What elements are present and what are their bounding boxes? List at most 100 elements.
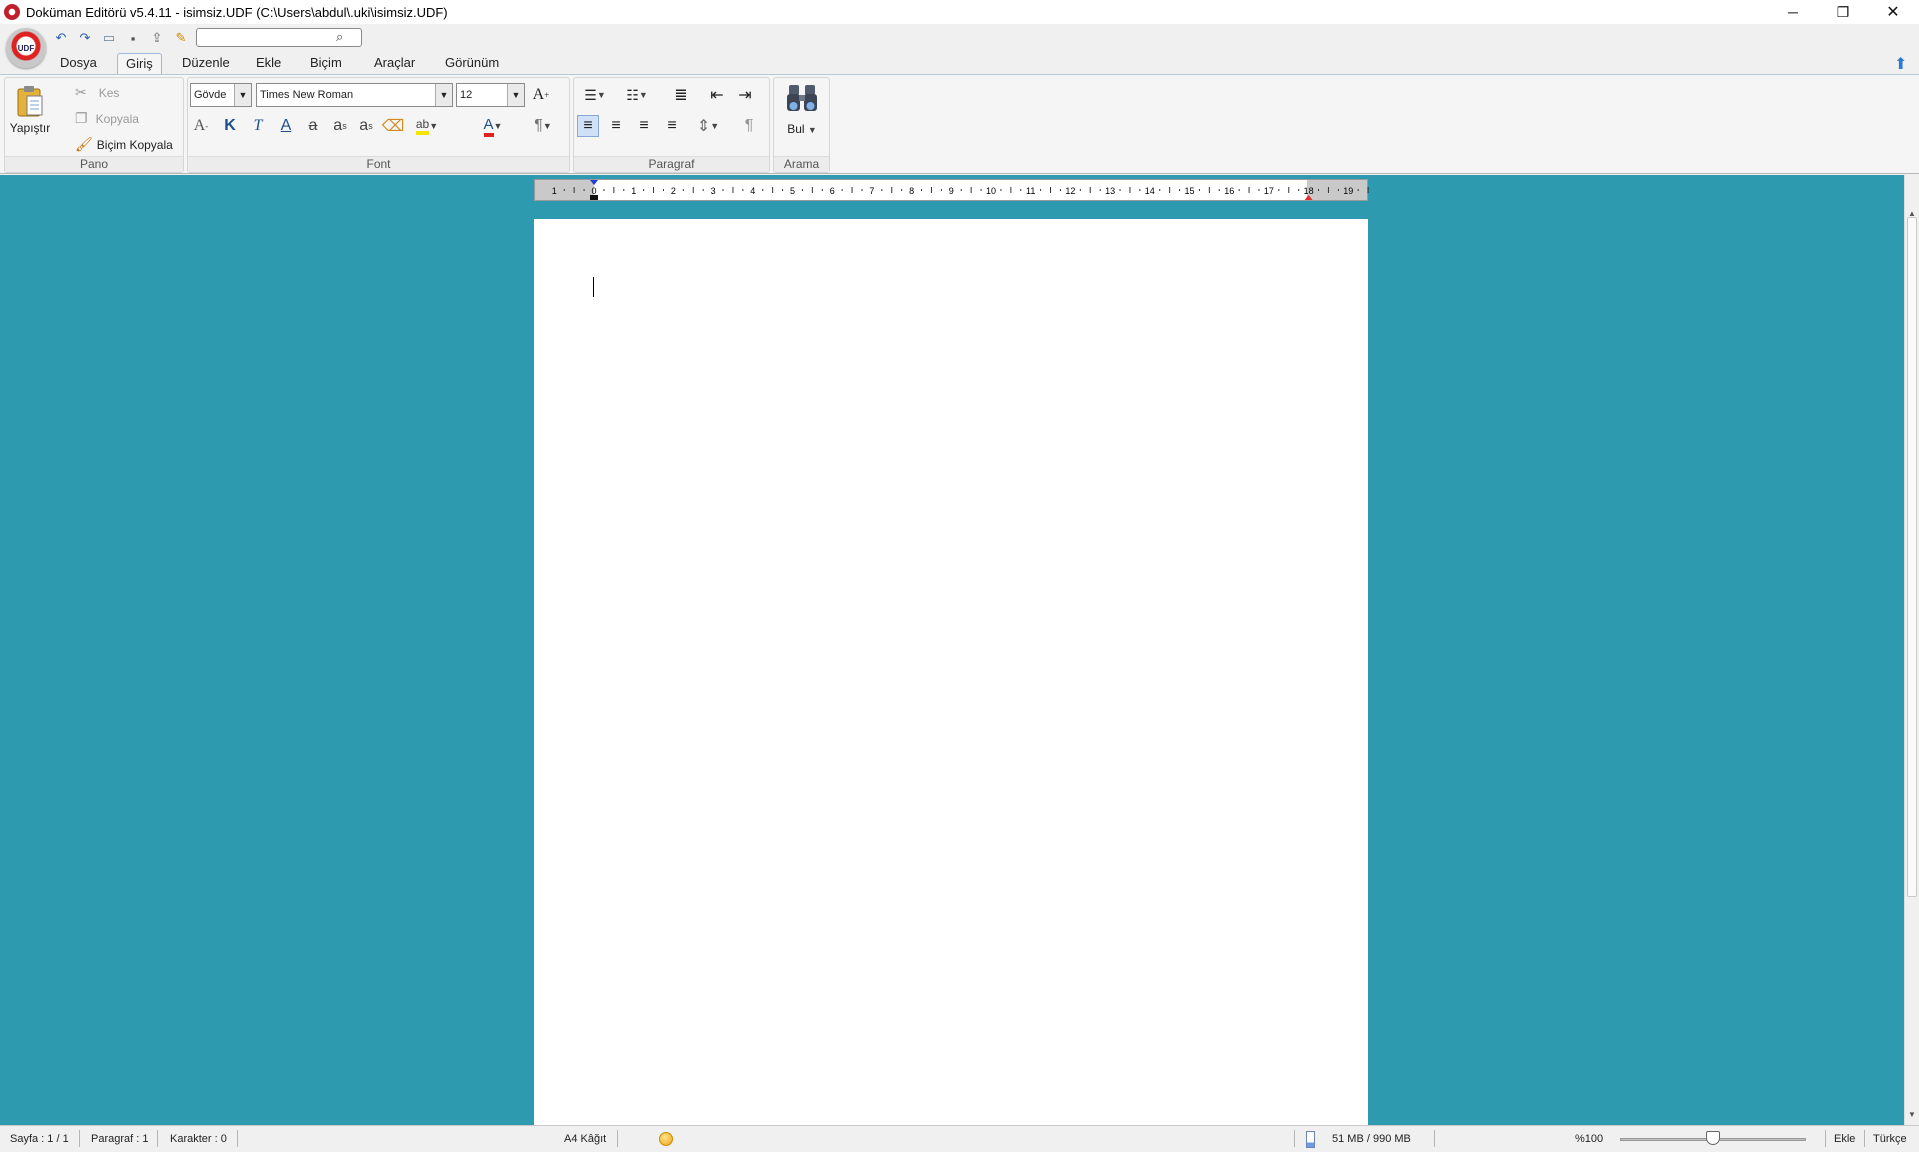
title-bar: Doküman Editörü v5.4.11 - isimsiz.UDF (C… (0, 0, 1919, 24)
vertical-scrollbar[interactable]: ▲ ▼ (1904, 175, 1919, 1125)
tab-duzenle[interactable]: Düzenle (174, 53, 238, 74)
style-select[interactable]: Gövde ▼ (190, 83, 252, 107)
ruler-label: 1 (631, 186, 636, 196)
status-paper-size[interactable]: A4 Kâğıt (564, 1133, 606, 1145)
group-pano: Yapıştır ✂ Kes ❐ Kopyala 🖌 Biçim Kopyala… (4, 77, 184, 173)
increase-indent-icon[interactable]: ⇥ (734, 84, 756, 106)
search-icon[interactable]: ⌕ (336, 29, 343, 45)
chevron-down-icon: ▼ (710, 121, 720, 131)
font-size-value: 12 (460, 89, 473, 101)
multilevel-list-icon[interactable]: ≣ (670, 84, 692, 106)
ruler-label: 11 (1026, 186, 1035, 196)
memory-icon (1306, 1131, 1315, 1148)
edit-icon[interactable]: ✎ (172, 29, 190, 47)
bullet-list-button[interactable]: ☰ ▼ (576, 84, 614, 106)
strikethrough-icon[interactable]: a (302, 115, 324, 137)
find-label: Bul (787, 122, 805, 136)
status-insert-mode[interactable]: Ekle (1834, 1133, 1855, 1145)
undo-icon[interactable]: ↶ (52, 29, 70, 47)
group-paragraf: ☰ ▼ ☷ ▼ ≣ ⇤ ⇥ ≡ ≡ ≡ ≡ ⇕ ▼ ¶ Paragraf (573, 77, 770, 173)
find-button[interactable]: Bul ▼ (776, 82, 828, 136)
chevron-down-icon: ▼ (542, 121, 552, 131)
ruler-label: 3 (711, 186, 716, 196)
superscript-icon[interactable]: as (355, 115, 377, 137)
left-indent-marker[interactable] (590, 195, 598, 200)
cut-button[interactable]: ✂ Kes (75, 84, 119, 101)
copy-label: Kopyala (95, 111, 139, 126)
chevron-down-icon[interactable]: ▼ (234, 84, 251, 106)
numbered-list-icon: ☷ (626, 86, 639, 103)
close-button[interactable]: ✕ (1869, 0, 1917, 24)
ruler-label: 6 (830, 186, 835, 196)
justify-icon[interactable]: ≡ (661, 115, 683, 137)
ruler-label: 12 (1065, 186, 1075, 196)
align-center-icon[interactable]: ≡ (605, 115, 627, 137)
redo-icon[interactable]: ↷ (76, 29, 94, 47)
align-right-icon[interactable]: ≡ (633, 115, 655, 137)
shrink-font-icon[interactable]: A- (190, 115, 212, 137)
eraser-icon[interactable]: ⌫ (382, 115, 405, 137)
ruler-label: 9 (949, 186, 954, 196)
window-title: Doküman Editörü v5.4.11 - isimsiz.UDF (C… (26, 4, 448, 20)
underline-icon[interactable]: A (275, 115, 297, 137)
save-icon[interactable]: ▪ (124, 29, 142, 47)
export-icon[interactable]: ⇪ (148, 29, 166, 47)
tab-gorunum[interactable]: Görünüm (437, 53, 507, 74)
ruler-label: 17 (1264, 186, 1274, 196)
minimize-button[interactable]: ─ (1769, 0, 1817, 24)
copy-button[interactable]: ❐ Kopyala (75, 110, 139, 127)
font-family-value: Times New Roman (260, 89, 354, 101)
group-label-font: Font (188, 156, 569, 172)
app-orb-label: UDF (17, 43, 35, 53)
document-page[interactable] (534, 219, 1368, 1125)
subscript-icon[interactable]: as (329, 115, 351, 137)
first-line-indent-marker[interactable] (590, 180, 598, 185)
document-workspace: 1 0 1 2 3 4 5 6 7 8 9 10 11 12 13 14 15 16 17 18 19 (0, 175, 1904, 1125)
chevron-down-icon[interactable]: ▼ (435, 84, 452, 106)
scrollbar-thumb[interactable] (1907, 217, 1917, 897)
group-font: Gövde ▼ Times New Roman ▼ 12 ▼ A + A- K T… (187, 77, 570, 173)
ruler-label: 15 (1184, 186, 1194, 196)
line-spacing-button[interactable]: ⇕ ▼ (691, 115, 725, 137)
tab-ekle[interactable]: Ekle (248, 53, 289, 74)
application-menu-button[interactable]: UDF (6, 28, 46, 68)
tab-giris[interactable]: Giriş (117, 53, 162, 74)
restore-button[interactable]: ❐ (1819, 0, 1867, 24)
zoom-slider-thumb[interactable] (1706, 1131, 1720, 1145)
ruler-label: 16 (1224, 186, 1234, 196)
ruler-label: 13 (1105, 186, 1115, 196)
app-icon (4, 4, 20, 20)
tab-araclar[interactable]: Araçlar (366, 53, 423, 74)
tab-bicim[interactable]: Biçim (302, 53, 350, 74)
format-painter-button[interactable]: 🖌 Biçim Kopyala (75, 136, 173, 153)
collapse-ribbon-icon[interactable]: ⬆ (1894, 54, 1907, 74)
highlight-color-button[interactable]: ab ▼ (410, 115, 444, 137)
ruler-label: 18 (1304, 186, 1314, 196)
ruler-label: 0 (591, 186, 596, 196)
horizontal-ruler[interactable]: 1 0 1 2 3 4 5 6 7 8 9 10 11 12 13 14 15 16 17 18 19 (534, 179, 1369, 201)
paste-button[interactable]: Yapıştır (10, 84, 50, 135)
italic-icon[interactable]: T (247, 115, 269, 137)
style-value: Gövde (194, 89, 227, 101)
chevron-down-icon[interactable]: ▼ (507, 84, 524, 106)
paste-icon (17, 86, 43, 117)
open-folder-icon[interactable]: ▭ (100, 29, 118, 47)
paragraph-mark-icon[interactable]: ¶ (738, 115, 760, 137)
numbered-list-button[interactable]: ☷ ▼ (618, 84, 656, 106)
text-direction-button[interactable]: ¶ ▼ (526, 115, 560, 137)
align-left-icon[interactable]: ≡ (577, 115, 599, 137)
tab-dosya[interactable]: Dosya (52, 53, 105, 74)
bold-icon[interactable]: K (219, 115, 241, 137)
ruler-label: 1 (552, 186, 557, 196)
grow-font-icon[interactable]: A + (530, 84, 552, 106)
status-language[interactable]: Türkçe (1873, 1133, 1907, 1145)
font-size-select[interactable]: 12 ▼ (456, 83, 525, 107)
font-family-select[interactable]: Times New Roman ▼ (256, 83, 453, 107)
ruler-label: 14 (1145, 186, 1155, 196)
status-separator (237, 1130, 238, 1147)
font-color-button[interactable]: A ▼ (476, 115, 510, 137)
decrease-indent-icon[interactable]: ⇤ (706, 84, 728, 106)
scroll-down-icon[interactable]: ▼ (1908, 1110, 1916, 1119)
status-separator (1294, 1130, 1295, 1147)
group-label-paragraf: Paragraf (574, 156, 769, 172)
